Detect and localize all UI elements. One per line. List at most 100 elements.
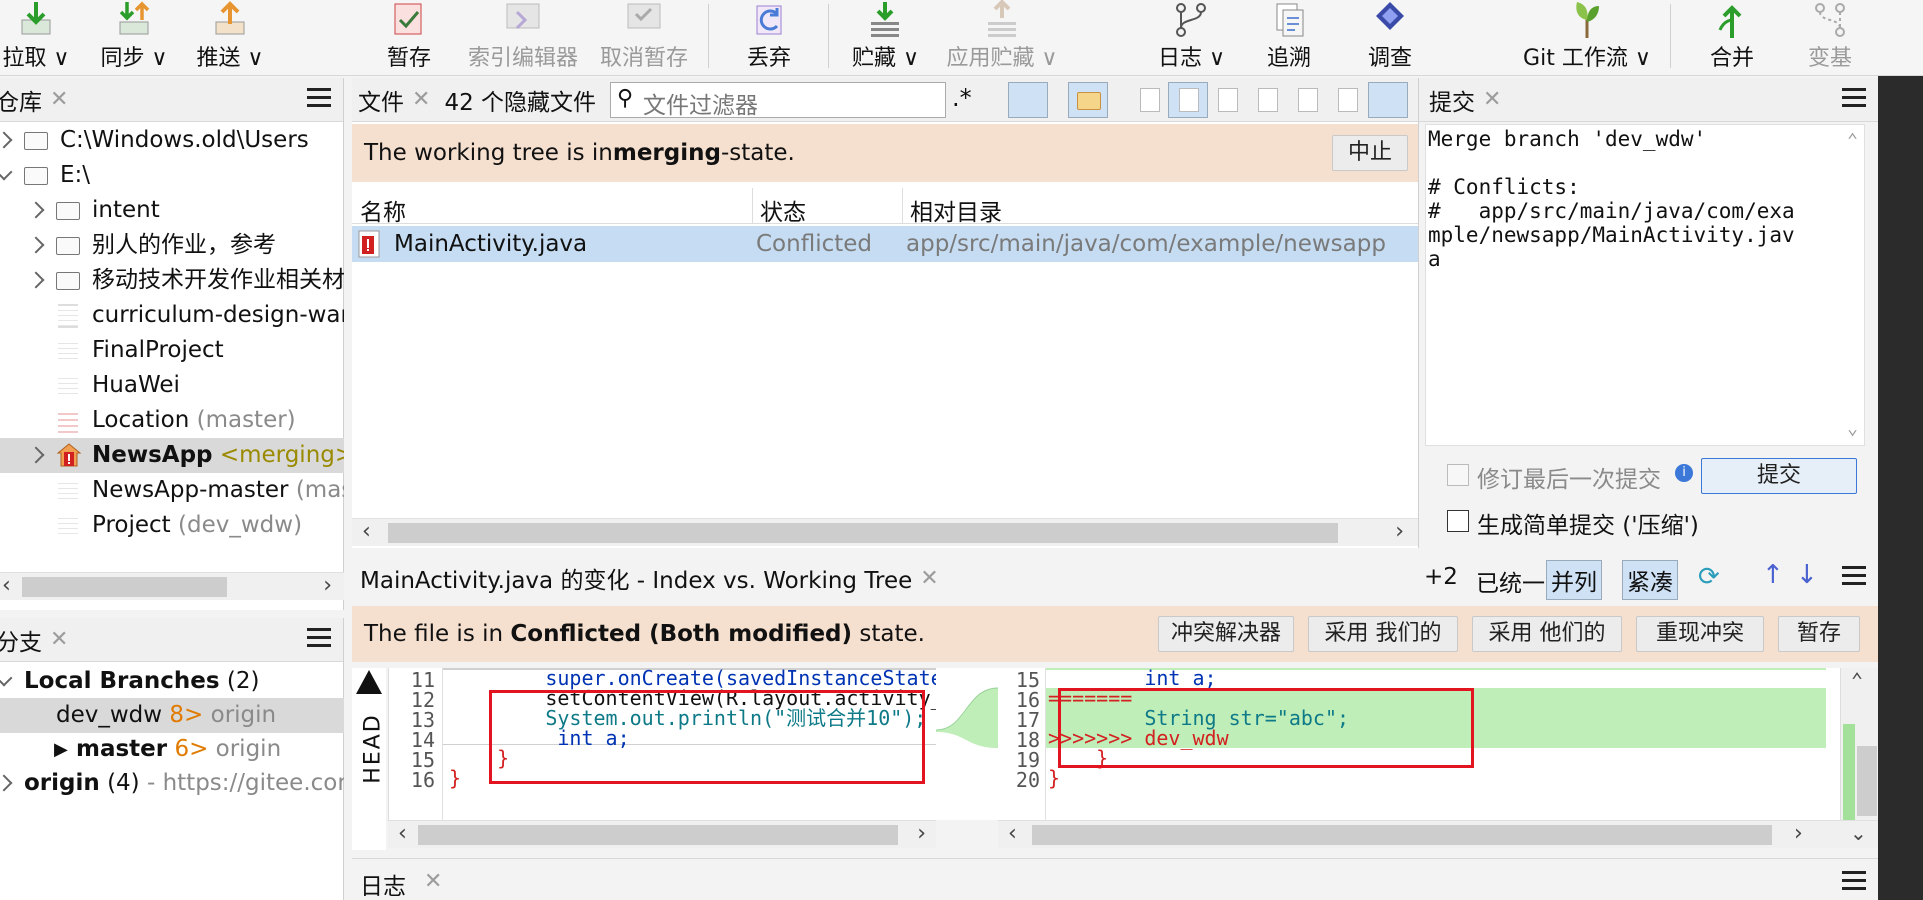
apply-stash-button[interactable]: 应用贮藏 ∨ (946, 0, 1058, 76)
rebase-button[interactable]: 变基 (1802, 0, 1858, 76)
chevron-down-icon[interactable] (0, 669, 13, 687)
remote-node[interactable]: origin (4) - https://gitee.com (0, 766, 344, 801)
removed-files-icon[interactable] (1218, 88, 1238, 112)
pull-button[interactable]: 拉取 ∨ (0, 0, 72, 76)
log-button[interactable]: 日志 ∨ (1158, 0, 1225, 76)
scroll-left-icon[interactable]: ‹ (2, 573, 11, 598)
scroll-left-icon[interactable]: ‹ (362, 519, 371, 544)
right-vertical-scrollbar[interactable]: ⌃ (1840, 668, 1878, 820)
file-row[interactable]: MainActivity.java Conflicted app/src/mai… (352, 226, 1418, 262)
stash-button[interactable]: 贮藏 ∨ (852, 0, 919, 76)
scroll-down-icon[interactable]: ⌄ (1850, 821, 1867, 845)
arrow-down-icon[interactable]: ↓ (1796, 560, 1818, 590)
blame-button[interactable]: 追溯 (1262, 0, 1316, 76)
right-code-pane[interactable]: 15 16 17 18 19 20 int a; ======= String … (998, 668, 1878, 820)
compact-toggle[interactable]: 紧凑 (1622, 560, 1678, 600)
repo-item[interactable]: E:\ (0, 158, 344, 193)
menu-icon[interactable] (1842, 566, 1866, 585)
stage-button[interactable]: 暂存 (374, 0, 444, 76)
repo-item[interactable]: Location (master) (0, 403, 344, 438)
assume-unchanged-icon[interactable] (1368, 82, 1408, 118)
close-icon[interactable]: ✕ (412, 87, 430, 112)
scroll-right-icon[interactable]: › (917, 821, 926, 846)
close-icon[interactable]: ✕ (424, 869, 442, 894)
restore-conflict-button[interactable]: 重现冲突 (1636, 616, 1764, 652)
menu-icon[interactable] (307, 628, 331, 647)
left-code-pane[interactable]: 11 12 13 14 15 16 super.onCreate(savedIn… (388, 668, 936, 820)
repo-item[interactable]: FinalProject (0, 333, 344, 368)
commit-button[interactable]: 提交 (1701, 458, 1857, 494)
investigate-button[interactable]: 调查 (1362, 0, 1418, 76)
discard-button[interactable]: 丢弃 (738, 0, 800, 76)
chevron-right-icon[interactable] (27, 271, 45, 289)
chevron-right-icon[interactable] (0, 131, 13, 149)
repo-item[interactable]: 移动技术开发作业相关材料 (0, 263, 344, 298)
scrollbar-thumb[interactable] (1032, 825, 1772, 845)
git-flow-button[interactable]: Git 工作流 ∨ (1522, 0, 1652, 76)
scroll-right-icon[interactable]: › (323, 573, 332, 598)
side-by-side-toggle[interactable]: 并列 (1546, 560, 1602, 600)
files-horizontal-scrollbar[interactable]: ‹ › (352, 518, 1418, 546)
scroll-right-icon[interactable]: › (1395, 519, 1404, 544)
scrollbar-thumb[interactable] (22, 577, 227, 597)
new-file-icon[interactable] (1140, 88, 1160, 112)
menu-icon[interactable] (1842, 88, 1866, 107)
take-theirs-button[interactable]: 采用 他们的 (1472, 616, 1622, 652)
menu-icon[interactable] (1842, 871, 1866, 890)
push-button[interactable]: 推送 ∨ (192, 0, 268, 76)
column-status[interactable]: 状态 (760, 193, 806, 227)
repo-item[interactable]: intent (0, 193, 344, 228)
unstage-button[interactable]: 取消暂存 (596, 0, 692, 76)
column-name[interactable]: 名称 (360, 193, 406, 227)
unchanged-files-icon[interactable] (1258, 88, 1278, 112)
scroll-down-icon[interactable]: ⌄ (1847, 417, 1858, 441)
show-staged-icon[interactable] (1008, 82, 1048, 118)
scroll-left-icon[interactable]: ‹ (398, 821, 407, 846)
conflict-solver-button[interactable]: 冲突解决器 (1158, 616, 1294, 652)
folder-view-icon[interactable] (1068, 82, 1108, 118)
chevron-down-icon[interactable] (0, 163, 13, 181)
index-editor-button[interactable]: 索引编辑器 (466, 0, 580, 76)
repo-item[interactable]: 别人的作业，参考 (0, 228, 344, 263)
stage-diff-button[interactable]: 暂存 (1778, 616, 1860, 652)
repo-item[interactable]: HuaWei (0, 368, 344, 403)
sync-button[interactable]: 同步 ∨ (96, 0, 172, 76)
files-tab[interactable]: 文件 (358, 83, 404, 117)
left-pane-scrollbar[interactable]: ‹ › (388, 820, 936, 848)
chevron-right-icon[interactable] (27, 201, 45, 219)
right-pane-scrollbar[interactable]: ‹ › ⌄ (998, 820, 1878, 848)
column-directory[interactable]: 相对目录 (910, 193, 1002, 227)
amend-checkbox[interactable] (1447, 464, 1469, 486)
repository-horizontal-scrollbar[interactable]: ‹ › (0, 572, 344, 600)
branch-item[interactable]: dev_wdw 8> origin (0, 698, 344, 733)
arrow-up-icon[interactable]: ↑ (1762, 560, 1784, 590)
scrollbar-thumb[interactable] (418, 825, 898, 845)
unified-view-toggle[interactable]: 已统一 (1476, 564, 1545, 598)
missing-files-icon[interactable] (1338, 88, 1358, 112)
squash-checkbox[interactable] (1447, 510, 1469, 532)
refresh-icon[interactable]: ⟳ (1698, 562, 1720, 592)
close-icon[interactable]: ✕ (1483, 87, 1501, 112)
scrollbar-thumb[interactable] (388, 523, 1338, 543)
take-ours-button[interactable]: 采用 我们的 (1308, 616, 1458, 652)
commit-message-textarea[interactable]: Merge branch 'dev_wdw' # Conflicts: # ap… (1425, 124, 1865, 446)
repo-item[interactable]: Project (dev_wdw) (0, 508, 344, 543)
close-icon[interactable]: ✕ (920, 566, 938, 591)
chevron-right-icon[interactable] (0, 774, 13, 792)
info-icon[interactable]: i (1675, 464, 1693, 482)
scrollbar-thumb[interactable] (1857, 746, 1877, 816)
repo-item-selected[interactable]: NewsApp <merging> (0, 438, 344, 473)
ignored-files-icon[interactable] (1298, 88, 1318, 112)
chevron-right-icon[interactable] (27, 446, 45, 464)
repo-item[interactable]: curriculum-design-warehouse (0, 298, 344, 333)
file-filter-input[interactable]: ⚲ 文件过滤器 (610, 82, 946, 119)
repo-item[interactable]: NewsApp-master (master) (0, 473, 344, 508)
local-branches-node[interactable]: Local Branches (2) (0, 664, 344, 699)
modified-files-icon[interactable] (1168, 82, 1208, 118)
merge-button[interactable]: 合并 (1704, 0, 1760, 76)
scroll-up-icon[interactable]: ⌃ (1851, 668, 1863, 692)
chevron-right-icon[interactable] (27, 236, 45, 254)
branch-item-current[interactable]: ▶ master 6> origin (0, 732, 344, 767)
scroll-up-icon[interactable]: ⌃ (1847, 129, 1858, 153)
scroll-left-icon[interactable]: ‹ (1008, 821, 1017, 846)
